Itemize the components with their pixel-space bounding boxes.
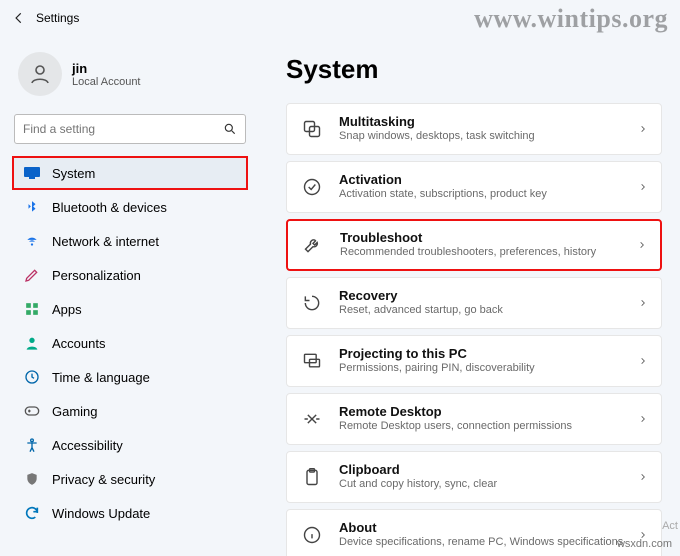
card-projecting[interactable]: Projecting to this PCPermissions, pairin…: [286, 335, 662, 387]
sidebar-item-label: Personalization: [52, 268, 141, 283]
card-recovery[interactable]: RecoveryReset, advanced startup, go back: [286, 277, 662, 329]
network-icon: [24, 233, 40, 249]
watermark-top: www.wintips.org: [474, 4, 668, 34]
privacy-icon: [24, 471, 40, 487]
avatar: [18, 52, 62, 96]
card-subtitle: Device specifications, rename PC, Window…: [339, 536, 639, 550]
nav-list: System Bluetooth & devices Network & inter…: [14, 156, 246, 530]
chevron-right-icon: [639, 413, 647, 425]
sidebar-item-accounts[interactable]: Accounts: [14, 326, 246, 360]
bluetooth-icon: [24, 199, 40, 215]
time-icon: [24, 369, 40, 385]
main-panel: System MultitaskingSnap windows, desktop…: [260, 36, 680, 556]
user-account-type: Local Account: [72, 76, 141, 88]
apps-icon: [24, 301, 40, 317]
accounts-icon: [24, 335, 40, 351]
sidebar-item-privacy[interactable]: Privacy & security: [14, 462, 246, 496]
search-icon: [223, 122, 237, 136]
system-icon: [24, 165, 40, 181]
app-title: Settings: [36, 11, 79, 25]
card-title: About: [339, 520, 639, 536]
card-multitasking[interactable]: MultitaskingSnap windows, desktops, task…: [286, 103, 662, 155]
card-title: Recovery: [339, 288, 639, 304]
card-title: Projecting to this PC: [339, 346, 639, 362]
clipboard-icon: [301, 466, 323, 488]
card-about[interactable]: AboutDevice specifications, rename PC, W…: [286, 509, 662, 556]
sidebar-item-time[interactable]: Time & language: [14, 360, 246, 394]
sidebar-item-label: Bluetooth & devices: [52, 200, 167, 215]
projecting-icon: [301, 350, 323, 372]
sidebar-item-label: Privacy & security: [52, 472, 155, 487]
sidebar-item-bluetooth[interactable]: Bluetooth & devices: [14, 190, 246, 224]
user-name: jin: [72, 61, 141, 76]
card-subtitle: Reset, advanced startup, go back: [339, 304, 639, 318]
sidebar-item-label: Windows Update: [52, 506, 150, 521]
watermark-bottom: wsxdn.com: [617, 538, 672, 550]
remote-icon: [301, 408, 323, 430]
update-icon: [24, 505, 40, 521]
chevron-right-icon: [639, 123, 647, 135]
card-subtitle: Remote Desktop users, connection permiss…: [339, 420, 639, 434]
sidebar-item-label: System: [52, 166, 95, 181]
activation-watermark: Act: [662, 520, 678, 532]
troubleshoot-icon: [302, 234, 324, 256]
sidebar-item-gaming[interactable]: Gaming: [14, 394, 246, 428]
settings-card-list: MultitaskingSnap windows, desktops, task…: [286, 103, 662, 556]
sidebar-item-system[interactable]: System: [12, 156, 248, 190]
search-box[interactable]: [14, 114, 246, 144]
search-input[interactable]: [23, 122, 223, 136]
gaming-icon: [24, 403, 40, 419]
sidebar-item-network[interactable]: Network & internet: [14, 224, 246, 258]
sidebar-item-label: Network & internet: [52, 234, 159, 249]
accessibility-icon: [24, 437, 40, 453]
card-title: Remote Desktop: [339, 404, 639, 420]
sidebar-item-personalization[interactable]: Personalization: [14, 258, 246, 292]
multitasking-icon: [301, 118, 323, 140]
card-clipboard[interactable]: ClipboardCut and copy history, sync, cle…: [286, 451, 662, 503]
card-title: Multitasking: [339, 114, 639, 130]
page-title: System: [286, 54, 662, 85]
sidebar-item-update[interactable]: Windows Update: [14, 496, 246, 530]
sidebar-item-label: Apps: [52, 302, 82, 317]
chevron-right-icon: [638, 239, 646, 251]
card-title: Activation: [339, 172, 639, 188]
card-troubleshoot[interactable]: TroubleshootRecommended troubleshooters,…: [286, 219, 662, 271]
chevron-right-icon: [639, 471, 647, 483]
sidebar-item-apps[interactable]: Apps: [14, 292, 246, 326]
card-subtitle: Recommended troubleshooters, preferences…: [340, 246, 638, 260]
card-remote[interactable]: Remote DesktopRemote Desktop users, conn…: [286, 393, 662, 445]
chevron-right-icon: [639, 181, 647, 193]
sidebar-item-label: Accessibility: [52, 438, 123, 453]
chevron-right-icon: [639, 297, 647, 309]
sidebar-item-accessibility[interactable]: Accessibility: [14, 428, 246, 462]
recovery-icon: [301, 292, 323, 314]
card-subtitle: Snap windows, desktops, task switching: [339, 130, 639, 144]
card-subtitle: Cut and copy history, sync, clear: [339, 478, 639, 492]
sidebar-item-label: Gaming: [52, 404, 98, 419]
card-subtitle: Activation state, subscriptions, product…: [339, 188, 639, 202]
card-activation[interactable]: ActivationActivation state, subscription…: [286, 161, 662, 213]
sidebar: jin Local Account System Bluetooth & devi…: [0, 36, 260, 556]
sidebar-item-label: Accounts: [52, 336, 105, 351]
sidebar-item-label: Time & language: [52, 370, 150, 385]
activation-icon: [301, 176, 323, 198]
about-icon: [301, 524, 323, 546]
back-button[interactable]: [12, 11, 26, 25]
personalization-icon: [24, 267, 40, 283]
user-block[interactable]: jin Local Account: [18, 52, 246, 96]
card-title: Clipboard: [339, 462, 639, 478]
card-subtitle: Permissions, pairing PIN, discoverabilit…: [339, 362, 639, 376]
card-title: Troubleshoot: [340, 230, 638, 246]
chevron-right-icon: [639, 355, 647, 367]
